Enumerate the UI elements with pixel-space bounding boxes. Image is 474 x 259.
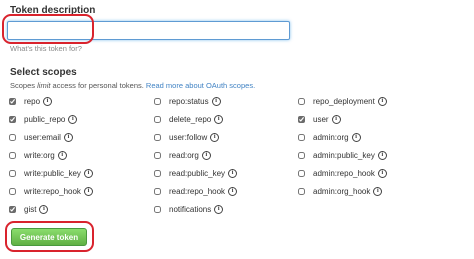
- scope-checkbox[interactable]: [154, 169, 161, 177]
- scopes-desc-prefix: Scopes: [10, 81, 38, 90]
- scope-checkbox[interactable]: [298, 151, 305, 159]
- scope-label: repo: [24, 96, 41, 106]
- scope-label: read:public_key: [169, 168, 226, 178]
- scope-checkbox[interactable]: [9, 115, 16, 123]
- scope-user-email[interactable]: user:email i: [9, 131, 73, 143]
- info-icon[interactable]: i: [228, 186, 238, 196]
- scope-gist[interactable]: gist i: [9, 203, 49, 215]
- scope-public-repo[interactable]: public_repo i: [9, 113, 78, 125]
- scope-checkbox[interactable]: [9, 187, 16, 195]
- scope-checkbox[interactable]: [154, 187, 161, 195]
- scope-checkbox[interactable]: [154, 97, 161, 105]
- info-icon[interactable]: i: [43, 96, 53, 106]
- scope-label: repo_deployment: [313, 96, 375, 106]
- scope-label: write:org: [24, 150, 55, 160]
- scope-label: delete_repo: [169, 114, 212, 124]
- scope-read-public-key[interactable]: read:public_key i: [154, 167, 238, 179]
- scope-admin-public-key[interactable]: admin:public_key i: [298, 149, 387, 161]
- scope-checkbox[interactable]: [9, 133, 16, 141]
- scope-checkbox[interactable]: [298, 115, 305, 123]
- generate-token-button[interactable]: Generate token: [11, 228, 87, 246]
- scopes-desc-middle: access for personal tokens.: [50, 81, 146, 90]
- info-icon[interactable]: i: [214, 204, 224, 214]
- scope-label: read:org: [169, 150, 199, 160]
- scope-user-follow[interactable]: user:follow i: [154, 131, 220, 143]
- scope-admin-repo-hook[interactable]: admin:repo_hook i: [298, 167, 387, 179]
- info-icon[interactable]: i: [377, 168, 387, 178]
- scope-label: user:follow: [169, 132, 208, 142]
- info-icon[interactable]: i: [63, 132, 73, 142]
- scope-checkbox[interactable]: [298, 169, 305, 177]
- info-icon[interactable]: i: [201, 150, 211, 160]
- info-icon[interactable]: i: [377, 150, 387, 160]
- info-icon[interactable]: i: [377, 96, 387, 106]
- scope-label: repo:status: [169, 96, 209, 106]
- info-icon[interactable]: i: [210, 132, 220, 142]
- token-help-link[interactable]: What's this token for?: [10, 44, 82, 53]
- info-icon[interactable]: i: [331, 114, 341, 124]
- scope-label: read:repo_hook: [169, 186, 226, 196]
- scope-label: admin:org: [313, 132, 349, 142]
- info-icon[interactable]: i: [83, 168, 93, 178]
- scope-user[interactable]: user i: [298, 113, 341, 125]
- scope-label: public_repo: [24, 114, 66, 124]
- scope-repo-deployment[interactable]: repo_deployment i: [298, 95, 387, 107]
- scope-label: write:repo_hook: [24, 186, 81, 196]
- info-icon[interactable]: i: [57, 150, 67, 160]
- token-description-title: Token description: [10, 5, 96, 16]
- scope-label: admin:public_key: [313, 150, 375, 160]
- scope-checkbox[interactable]: [9, 151, 16, 159]
- oauth-scopes-link[interactable]: Read more about OAuth scopes.: [146, 81, 255, 90]
- scope-checkbox[interactable]: [154, 151, 161, 159]
- scope-read-repo-hook[interactable]: read:repo_hook i: [154, 185, 238, 197]
- scope-checkbox[interactable]: [9, 97, 16, 105]
- scope-checkbox[interactable]: [154, 205, 161, 213]
- info-icon[interactable]: i: [83, 186, 93, 196]
- scope-label: user:email: [24, 132, 61, 142]
- info-icon[interactable]: i: [39, 204, 49, 214]
- scope-checkbox[interactable]: [9, 169, 16, 177]
- info-icon[interactable]: i: [373, 186, 383, 196]
- scope-repo[interactable]: repo i: [9, 95, 53, 107]
- scope-write-org[interactable]: write:org i: [9, 149, 67, 161]
- scope-checkbox[interactable]: [154, 115, 161, 123]
- info-icon[interactable]: i: [214, 114, 224, 124]
- scope-label: notifications: [169, 204, 212, 214]
- scopes-grid: repo i repo:status i repo_deployment i public_…: [9, 95, 469, 220]
- scope-write-repo-hook[interactable]: write:repo_hook i: [9, 185, 93, 197]
- scope-delete-repo[interactable]: delete_repo i: [154, 113, 224, 125]
- info-icon[interactable]: i: [68, 114, 78, 124]
- info-icon[interactable]: i: [228, 168, 238, 178]
- scopes-desc-emph: limit: [37, 81, 51, 90]
- scope-write-public-key[interactable]: write:public_key i: [9, 167, 93, 179]
- scope-admin-org[interactable]: admin:org i: [298, 131, 361, 143]
- select-scopes-title: Select scopes: [10, 67, 77, 78]
- scope-checkbox[interactable]: [298, 187, 305, 195]
- scope-checkbox[interactable]: [298, 97, 305, 105]
- scope-admin-org-hook[interactable]: admin:org_hook i: [298, 185, 383, 197]
- scopes-description: Scopes limit access for personal tokens.…: [10, 81, 255, 90]
- scope-label: admin:org_hook: [313, 186, 371, 196]
- token-description-input[interactable]: [7, 21, 290, 40]
- scope-label: user: [313, 114, 329, 124]
- scope-label: gist: [24, 204, 37, 214]
- scope-repo-status[interactable]: repo:status i: [154, 95, 221, 107]
- scope-label: write:public_key: [24, 168, 81, 178]
- scope-checkbox[interactable]: [9, 205, 16, 213]
- scope-label: admin:repo_hook: [313, 168, 375, 178]
- scope-read-org[interactable]: read:org i: [154, 149, 211, 161]
- scope-notifications[interactable]: notifications i: [154, 203, 224, 215]
- scope-checkbox[interactable]: [154, 133, 161, 141]
- info-icon[interactable]: i: [211, 96, 221, 106]
- info-icon[interactable]: i: [351, 132, 361, 142]
- scope-checkbox[interactable]: [298, 133, 305, 141]
